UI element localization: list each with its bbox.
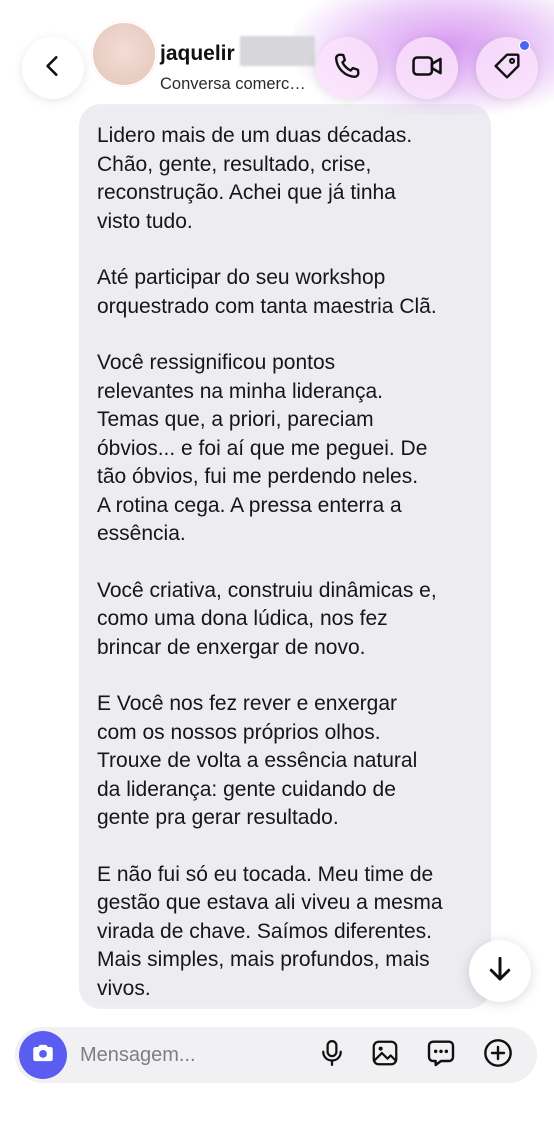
message-line: óbvios... e foi aí que me peguei. De [97, 436, 428, 460]
video-camera-icon [410, 49, 444, 88]
message-line: Lidero mais de um duas décadas. [97, 124, 413, 147]
phone-icon [331, 50, 363, 87]
arrow-down-icon [485, 954, 515, 989]
message-line: gestão que estava ali viveu a mesma [97, 891, 443, 914]
gallery-icon [370, 1038, 400, 1073]
message-line: E não fui só eu tocada. Meu time de [97, 862, 434, 886]
back-chevron-icon [40, 53, 66, 84]
message-bubble[interactable]: Lidero mais de um duas décadas. Chão, ge… [79, 104, 491, 1009]
camera-icon [30, 1040, 56, 1071]
chat-screen: Lidero mais de um duas décadas. Chão, ge… [0, 0, 554, 1145]
redacted-name-part [240, 36, 315, 66]
message-line: relevantes na minha liderança. [97, 379, 384, 403]
message-line: visto tudo. [97, 209, 193, 233]
message-paragraph: Você ressignificou pontos relevantes na … [97, 349, 477, 549]
message-input[interactable] [80, 1040, 300, 1070]
message-line: E Você nos fez rever e enxergar [97, 692, 397, 715]
message-line: Até participar do seu workshop [97, 266, 386, 289]
call-button[interactable] [316, 37, 378, 99]
tag-icon [491, 50, 523, 87]
message-line: reconstrução. Achei que já tinha [97, 181, 396, 204]
notification-dot [519, 40, 530, 51]
message-paragraph: Lidero mais de um duas décadas. Chão, ge… [97, 122, 477, 236]
contact-name[interactable]: jaquelir [160, 42, 235, 66]
message-line: virada de chave. Saímos diferentes. [97, 919, 433, 943]
sticker-button[interactable] [425, 1039, 457, 1071]
message-line: brincar de enxergar de novo. [97, 635, 366, 659]
message-line: essência. [97, 522, 186, 545]
microphone-button[interactable] [316, 1039, 348, 1071]
message-line: Temas que, a priori, pareciam [97, 408, 374, 431]
message-paragraph: E não fui só eu tocada. Meu time de gest… [97, 861, 477, 1004]
avatar[interactable] [93, 23, 155, 85]
camera-button[interactable] [19, 1031, 67, 1079]
message-line: Chão, gente, resultado, crise, [97, 152, 372, 176]
message-line: Trouxe de volta a essência natural [97, 749, 418, 772]
plus-icon [482, 1037, 514, 1074]
message-line: A rotina cega. A pressa enterra a [97, 493, 402, 517]
gallery-button[interactable] [369, 1039, 401, 1071]
message-line: orquestrado com tanta maestria Clã. [97, 294, 437, 318]
message-line: da liderança: gente cuidando de [97, 777, 396, 801]
message-paragraph: Até participar do seu workshop orquestra… [97, 264, 477, 321]
message-paragraph: Você criativa, construiu dinâmicas e, co… [97, 577, 477, 663]
message-line: Mais simples, mais profundos, mais [97, 948, 430, 971]
message-line: gente pra gerar resultado. [97, 806, 339, 829]
microphone-icon [317, 1038, 347, 1073]
message-line: vivos. [97, 976, 151, 1000]
back-button[interactable] [22, 37, 84, 99]
more-options-button[interactable] [482, 1037, 514, 1074]
message-line: Você ressignificou pontos [97, 351, 336, 374]
video-call-button[interactable] [396, 37, 458, 99]
message-line: tão óbvios, fui me perdendo neles. [97, 465, 419, 488]
message-line: como uma dona lúdica, nos fez [97, 607, 388, 630]
conversation-type-label[interactable]: Conversa comerc… [160, 75, 306, 94]
sticker-icon [425, 1037, 457, 1074]
message-line: Você criativa, construiu dinâmicas e, [97, 578, 437, 602]
scroll-to-bottom-button[interactable] [469, 940, 531, 1002]
message-paragraph: E Você nos fez rever e enxergar com os n… [97, 690, 477, 833]
message-line: com os nossos próprios olhos. [97, 720, 381, 744]
